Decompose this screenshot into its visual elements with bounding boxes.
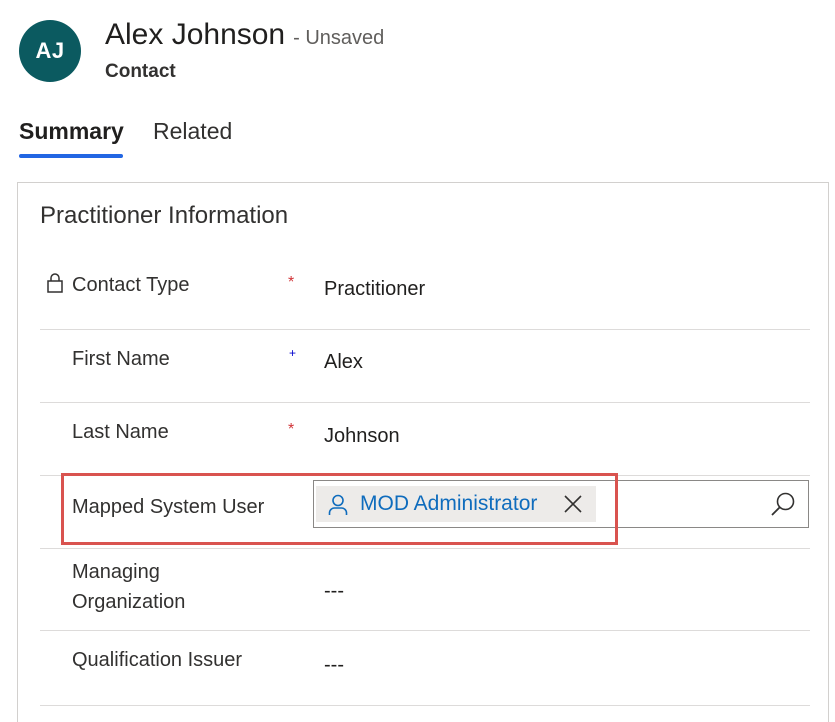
- field-row-mapped-system-user: Mapped System User MOD Administrator: [40, 475, 810, 549]
- field-row-managing-organization: Managing Organization ---: [40, 548, 810, 631]
- close-icon[interactable]: [562, 493, 584, 515]
- last-name-label: Last Name: [72, 421, 169, 443]
- lock-icon: [47, 273, 63, 293]
- field-row-last-name: Last Name * Johnson: [40, 402, 810, 476]
- contact-type-label: Contact Type: [72, 274, 190, 296]
- person-icon: [328, 494, 348, 515]
- search-icon[interactable]: [770, 491, 796, 517]
- mapped-system-user-label: Mapped System User: [72, 496, 265, 518]
- selected-user-chip[interactable]: MOD Administrator: [316, 486, 596, 522]
- mapped-system-user-lookup[interactable]: MOD Administrator: [313, 480, 809, 528]
- tab-summary-label: Summary: [19, 118, 124, 144]
- managing-organization-value[interactable]: ---: [324, 580, 344, 603]
- contact-type-value: Practitioner: [324, 278, 426, 300]
- entity-type: Contact: [105, 61, 176, 82]
- recommended-indicator: +: [289, 346, 297, 360]
- field-row-contact-type: Contact Type * Practitioner: [40, 255, 810, 330]
- field-row-qualification-issuer: Qualification Issuer ---: [40, 630, 810, 706]
- section-title: Practitioner Information: [40, 202, 289, 229]
- unsaved-status: - Unsaved: [293, 27, 385, 49]
- record-name: Alex Johnson: [105, 18, 286, 51]
- required-indicator: *: [288, 274, 295, 291]
- avatar: AJ: [19, 20, 81, 82]
- qualification-issuer-label: Qualification Issuer: [72, 649, 243, 671]
- managing-organization-label-line1: Managing: [72, 561, 160, 583]
- tab-related[interactable]: Related: [153, 118, 232, 145]
- selected-user-name[interactable]: MOD Administrator: [360, 492, 537, 516]
- tab-summary[interactable]: Summary: [19, 118, 124, 158]
- qualification-issuer-value[interactable]: ---: [324, 654, 344, 677]
- managing-organization-label-line2: Organization: [72, 591, 186, 613]
- last-name-value[interactable]: Johnson: [324, 425, 400, 448]
- required-indicator: *: [288, 421, 295, 438]
- practitioner-section: Practitioner Information Contact Type * …: [17, 182, 829, 722]
- record-title: Alex Johnson - Unsaved: [105, 18, 384, 52]
- first-name-value[interactable]: Alex: [324, 351, 363, 374]
- active-tab-indicator: [19, 154, 123, 158]
- tab-related-label: Related: [153, 118, 233, 144]
- first-name-label: First Name: [72, 348, 170, 370]
- field-row-first-name: First Name + Alex: [40, 329, 810, 403]
